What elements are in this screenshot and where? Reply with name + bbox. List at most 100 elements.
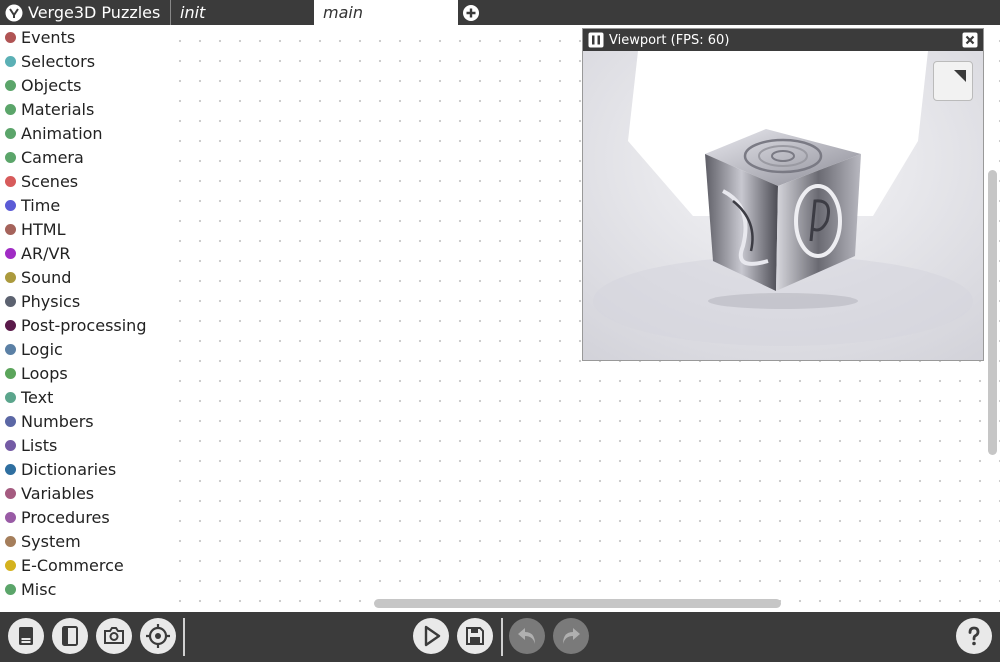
book-button[interactable] <box>52 618 88 654</box>
sidebar-item-selectors[interactable]: Selectors <box>0 49 168 73</box>
redo-icon <box>563 628 580 644</box>
sidebar-item-variables[interactable]: Variables <box>0 481 168 505</box>
target-button[interactable] <box>140 618 176 654</box>
horizontal-scrollbar[interactable] <box>374 599 781 608</box>
verge3d-logo-icon <box>5 4 23 21</box>
sidebar-item-label: Sound <box>21 267 72 287</box>
sidebar-item-camera[interactable]: Camera <box>0 145 168 169</box>
sidebar-item-label: HTML <box>21 219 66 239</box>
sidebar-item-dictionaries[interactable]: Dictionaries <box>0 457 168 481</box>
close-icon[interactable] <box>962 32 978 48</box>
app-title-text: Verge3D Puzzles <box>28 3 161 22</box>
category-dot <box>5 223 16 235</box>
category-dot <box>5 271 16 283</box>
target-icon <box>146 624 170 648</box>
sidebar-item-text[interactable]: Text <box>0 385 168 409</box>
sidebar-item-label: Selectors <box>21 51 96 71</box>
sidebar-item-sound[interactable]: Sound <box>0 265 168 289</box>
tab-init-label: init <box>180 3 206 22</box>
category-dot <box>5 535 16 547</box>
sidebar-item-numbers[interactable]: Numbers <box>0 409 168 433</box>
help-button[interactable] <box>956 618 992 654</box>
fullscreen-button[interactable] <box>933 61 973 101</box>
undo-button[interactable] <box>509 618 545 654</box>
sidebar-item-label: Dictionaries <box>21 459 117 479</box>
sidebar-item-label: E-Commerce <box>21 555 124 575</box>
screenshot-button[interactable] <box>96 618 132 654</box>
category-dot <box>5 151 16 163</box>
sidebar-item-procedures[interactable]: Procedures <box>0 505 168 529</box>
sidebar-item-events[interactable]: Events <box>0 25 168 49</box>
undo-icon <box>518 628 535 644</box>
sidebar-item-system[interactable]: System <box>0 529 168 553</box>
tab-init[interactable]: init <box>170 0 314 25</box>
sidebar-item-animation[interactable]: Animation <box>0 121 168 145</box>
sidebar-item-post-processing[interactable]: Post-processing <box>0 313 168 337</box>
sidebar-item-ar-vr[interactable]: AR/VR <box>0 241 168 265</box>
play-button[interactable] <box>413 618 449 654</box>
sidebar-item-label: Objects <box>21 75 82 95</box>
category-dot <box>5 439 16 451</box>
category-dot <box>5 583 16 595</box>
toolbar-separator <box>183 618 185 656</box>
viewport-panel: Viewport (FPS: 60) <box>582 28 984 361</box>
category-dot <box>5 79 16 91</box>
category-dot <box>5 319 16 331</box>
pause-icon[interactable] <box>588 32 604 48</box>
bottom-toolbar <box>0 612 1000 662</box>
viewport-3d-scene[interactable] <box>583 51 983 360</box>
sidebar-item-label: Numbers <box>21 411 94 431</box>
category-dot <box>5 343 16 355</box>
category-dot <box>5 559 16 571</box>
sidebar-item-label: Logic <box>21 339 63 359</box>
sidebar-item-physics[interactable]: Physics <box>0 289 168 313</box>
category-dot <box>5 55 16 67</box>
vertical-scrollbar[interactable] <box>988 170 997 455</box>
category-dot <box>5 103 16 115</box>
tab-main[interactable]: main <box>314 0 458 25</box>
top-bar: Verge3D Puzzles init main <box>0 0 1000 25</box>
sidebar-item-label: Variables <box>21 483 95 503</box>
help-icon <box>968 626 980 646</box>
cube-render-image <box>583 51 983 360</box>
sidebar-item-loops[interactable]: Loops <box>0 361 168 385</box>
category-dot <box>5 415 16 427</box>
library-icon <box>19 627 33 645</box>
app-title: Verge3D Puzzles <box>0 0 168 25</box>
viewport-title: Viewport (FPS: 60) <box>609 32 730 48</box>
sidebar-item-objects[interactable]: Objects <box>0 73 168 97</box>
fullscreen-icon <box>954 70 966 82</box>
add-tab-icon[interactable] <box>462 4 480 22</box>
category-dot <box>5 367 16 379</box>
sidebar-item-label: Time <box>21 195 61 215</box>
save-button[interactable] <box>457 618 493 654</box>
sidebar-item-e-commerce[interactable]: E-Commerce <box>0 553 168 577</box>
sidebar-item-label: Lists <box>21 435 58 455</box>
sidebar-item-label: Post-processing <box>21 315 147 335</box>
category-dot <box>5 175 16 187</box>
sidebar-item-lists[interactable]: Lists <box>0 433 168 457</box>
camera-icon <box>104 627 124 644</box>
sidebar-item-scenes[interactable]: Scenes <box>0 169 168 193</box>
sidebar-item-label: Text <box>21 387 54 407</box>
sidebar-item-materials[interactable]: Materials <box>0 97 168 121</box>
library-button[interactable] <box>8 618 44 654</box>
sidebar-item-label: AR/VR <box>21 243 71 263</box>
sidebar-item-misc[interactable]: Misc <box>0 577 168 601</box>
category-dot <box>5 487 16 499</box>
viewport-header[interactable]: Viewport (FPS: 60) <box>583 29 983 51</box>
sidebar: Events Selectors Objects Materials Anima… <box>0 25 168 612</box>
sidebar-item-html[interactable]: HTML <box>0 217 168 241</box>
redo-button[interactable] <box>553 618 589 654</box>
sidebar-item-time[interactable]: Time <box>0 193 168 217</box>
sidebar-item-logic[interactable]: Logic <box>0 337 168 361</box>
category-dot <box>5 463 16 475</box>
tab-main-label: main <box>323 3 363 22</box>
sidebar-item-label: Procedures <box>21 507 110 527</box>
book-icon <box>62 626 78 646</box>
sidebar-item-label: Scenes <box>21 171 79 191</box>
category-dot <box>5 31 16 43</box>
sidebar-item-label: Materials <box>21 99 95 119</box>
sidebar-item-label: Events <box>21 27 76 47</box>
category-dot <box>5 247 16 259</box>
